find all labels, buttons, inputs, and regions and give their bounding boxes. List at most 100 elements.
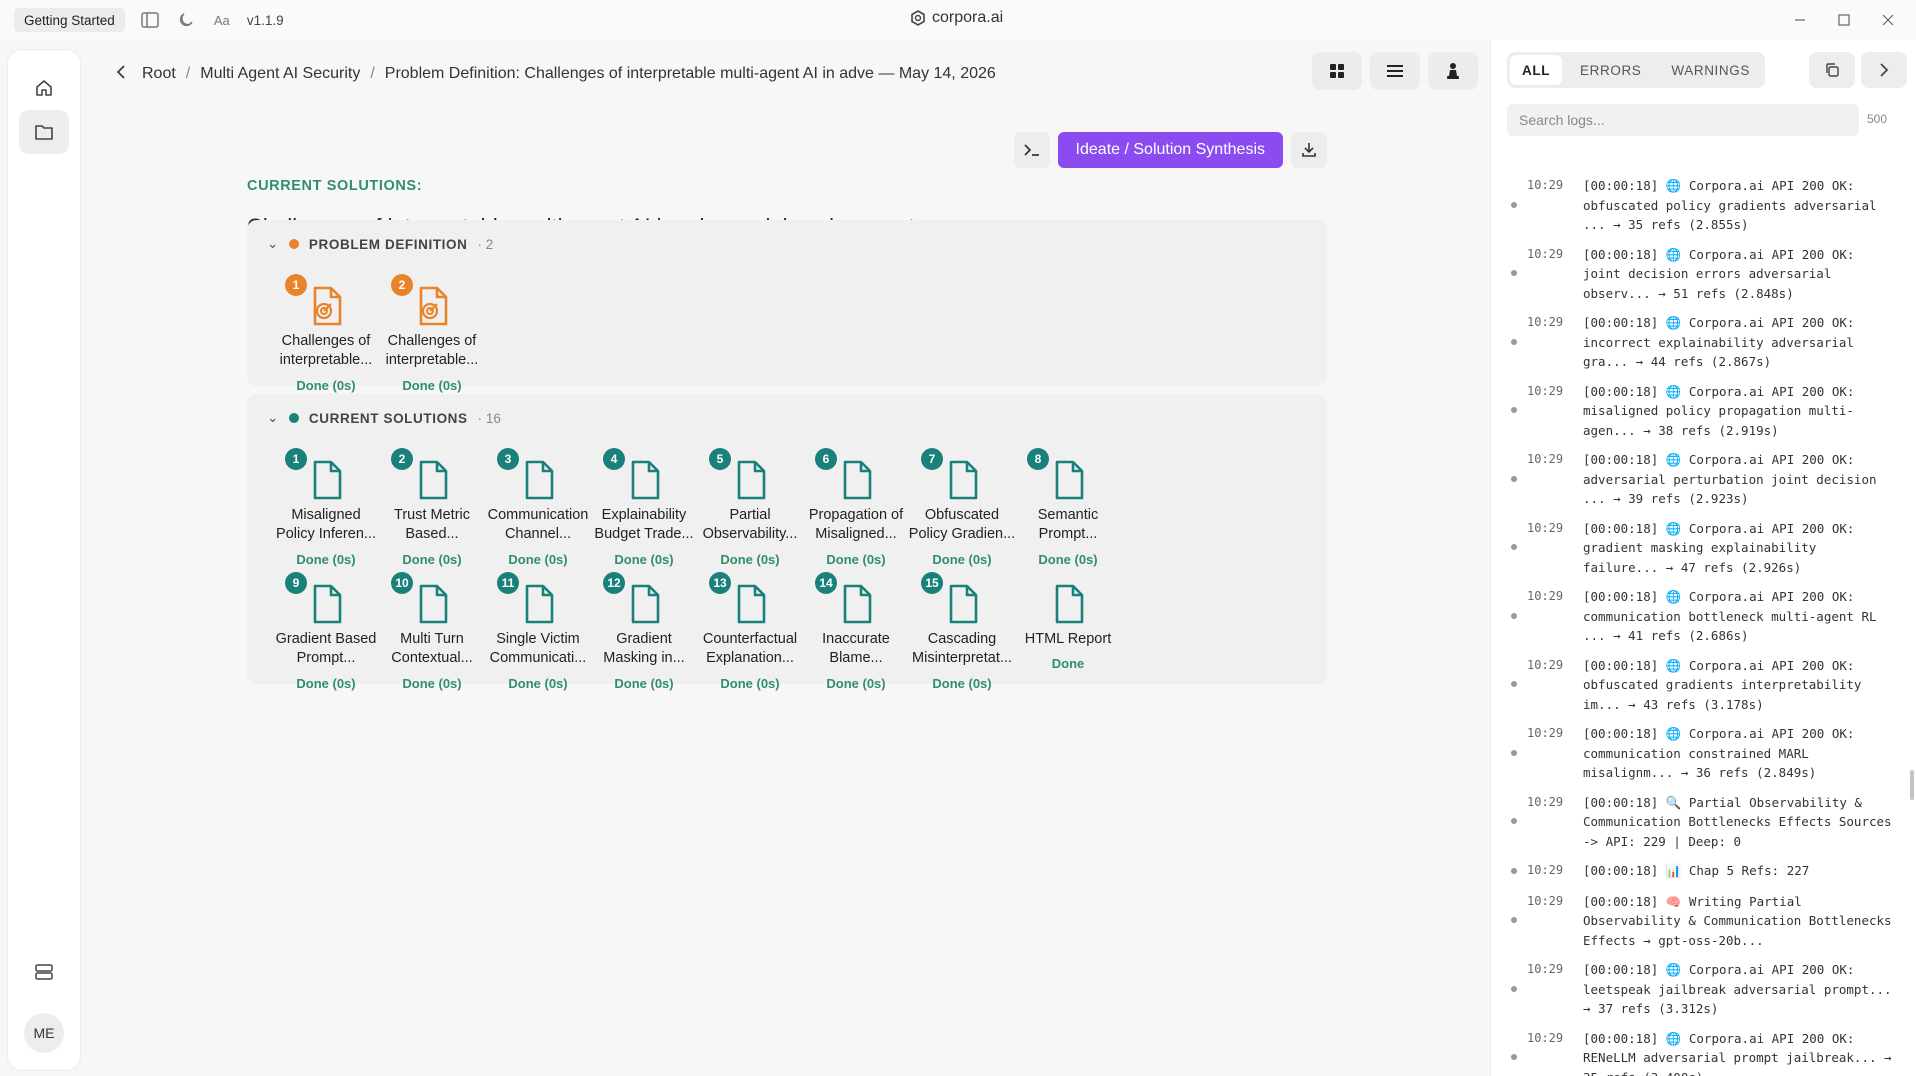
- document-icon: [1049, 582, 1089, 626]
- log-time: 10:29: [1527, 1030, 1564, 1045]
- close-icon[interactable]: [1876, 8, 1900, 32]
- tile-status: Done (0s): [402, 378, 462, 393]
- solution-tile[interactable]: 8 Semantic Prompt... Done (0s): [1003, 448, 1133, 578]
- log-entry: 10:29 [00:00:18] 🌐 Corpora.ai API 200 OK:…: [1491, 1029, 1901, 1076]
- log-time: 10:29: [1527, 962, 1564, 976]
- log-text: [00:00:18] 🌐 Corpora.ai API 200 OK: grad…: [1583, 520, 1862, 575]
- document-icon: [519, 582, 559, 626]
- download-button[interactable]: [1291, 132, 1327, 168]
- tile-label-line: interpretable...: [385, 352, 479, 368]
- app-brand: corpora.ai: [910, 9, 1003, 27]
- tile-label-line: Challenges of: [387, 333, 477, 349]
- panel-count: · 2: [477, 236, 494, 252]
- tile-number-badge: 10: [391, 572, 413, 594]
- log-time: 10:29: [1527, 452, 1564, 466]
- tile-label: Semantic Prompt...: [1003, 506, 1133, 544]
- storage-button[interactable]: [19, 950, 69, 994]
- current-solutions-header[interactable]: ⌄ CURRENT SOLUTIONS · 16: [267, 410, 501, 426]
- document-icon: [307, 582, 347, 626]
- font-size-icon[interactable]: Aa: [211, 9, 233, 31]
- projects-button[interactable]: [19, 110, 69, 154]
- solution-tile[interactable]: 2 Challenges of interpretable... Done (0s): [367, 274, 497, 404]
- tab-errors[interactable]: ERRORS: [1568, 55, 1653, 85]
- log-text: [00:00:18] 🌐 Corpora.ai API 200 OK: inco…: [1583, 315, 1862, 369]
- grid-view-button[interactable]: [1312, 52, 1362, 90]
- log-text: [00:00:18] 🌐 Corpora.ai API 200 OK: comm…: [1583, 589, 1885, 643]
- home-button[interactable]: [19, 66, 69, 110]
- current-solutions-panel: ⌄ CURRENT SOLUTIONS · 16 1 Misaligned Poli…: [247, 394, 1327, 691]
- collapse-panel-button[interactable]: [1861, 52, 1907, 88]
- minimize-icon[interactable]: [1788, 8, 1812, 32]
- ideate-button[interactable]: Ideate / Solution Synthesis: [1057, 132, 1283, 168]
- back-chevron-icon[interactable]: [116, 64, 126, 84]
- document-icon: [307, 458, 347, 502]
- tile-number-badge: 8: [1027, 448, 1049, 470]
- main-area: Root / Multi Agent AI Security / Problem…: [88, 40, 1488, 1076]
- sidebar-toggle-icon[interactable]: [139, 9, 161, 31]
- tile-number-badge: 5: [709, 448, 731, 470]
- log-time: 10:29: [1527, 726, 1564, 740]
- log-text: [00:00:18] 🌐 Corpora.ai API 200 OK: misa…: [1583, 383, 1862, 438]
- solution-tile[interactable]: HTML Report Done: [1003, 572, 1133, 702]
- search-logs-input[interactable]: [1507, 104, 1859, 136]
- log-text: [00:00:18] 🌐 Corpora.ai API 200 OK: obfu…: [1583, 178, 1885, 232]
- moon-icon[interactable]: [175, 9, 197, 31]
- tile-label-line: Semantic: [1037, 507, 1099, 523]
- problem-definition-panel: ⌄ PROBLEM DEFINITION · 2 1 Challenges of i…: [247, 220, 1327, 393]
- tile-label-line: HTML Report: [1024, 631, 1112, 647]
- chevron-down-icon: ⌄: [267, 236, 279, 251]
- log-bullet: [1511, 475, 1517, 482]
- log-text: [00:00:18] 🧠 Writing Partial Observabili…: [1583, 893, 1900, 948]
- maximize-icon[interactable]: [1832, 8, 1856, 32]
- log-entry: 10:29 [00:00:18] 📊 Chap 5 Refs: 227: [1491, 861, 1901, 881]
- log-entry: 10:29 [00:00:18] 🧠 Writing Partial Observ…: [1491, 892, 1901, 951]
- document-icon: [837, 582, 877, 626]
- log-time: 10:29: [1527, 246, 1564, 261]
- log-scrollbar[interactable]: [1910, 770, 1914, 800]
- log-time: 10:29: [1527, 589, 1564, 603]
- panel-label: CURRENT SOLUTIONS: [308, 410, 468, 426]
- log-tabs: ALL ERRORS WARNINGS: [1507, 52, 1765, 88]
- server-icon: [35, 964, 53, 980]
- log-text: [00:00:18] 🔍 Partial Observability & Com…: [1583, 794, 1900, 849]
- breadcrumb-root[interactable]: Root: [142, 65, 176, 83]
- list-view-button[interactable]: [1370, 52, 1420, 90]
- chess-view-button[interactable]: [1428, 52, 1478, 90]
- log-panel: ALL ERRORS WARNINGS 500 10:29 [00:00:18] …: [1490, 40, 1916, 1076]
- copy-logs-button[interactable]: [1809, 52, 1855, 88]
- action-row: Ideate / Solution Synthesis: [1013, 132, 1327, 168]
- problem-definition-header[interactable]: ⌄ PROBLEM DEFINITION · 2: [267, 236, 493, 252]
- log-text: [00:00:18] 🌐 Corpora.ai API 200 OK: obfu…: [1583, 657, 1869, 712]
- view-toggle: [1312, 52, 1478, 90]
- tab-all[interactable]: ALL: [1510, 55, 1563, 85]
- panel-count: · 16: [477, 410, 501, 426]
- getting-started-button[interactable]: Getting Started: [14, 8, 125, 32]
- log-entry: 10:29 [00:00:18] 🌐 Corpora.ai API 200 OK:…: [1491, 450, 1901, 509]
- log-time: 10:29: [1527, 893, 1564, 908]
- tile-number-badge: 4: [603, 448, 625, 470]
- breadcrumb-separator: /: [185, 65, 191, 82]
- log-bullet: [1511, 612, 1517, 619]
- log-entry: 10:29 [00:00:18] 🌐 Corpora.ai API 200 OK:…: [1491, 176, 1901, 235]
- log-list[interactable]: 10:29 [00:00:18] 🌐 Corpora.ai API 200 OK:…: [1491, 150, 1916, 1076]
- log-bullet: [1511, 338, 1517, 345]
- log-entry: 10:29 [00:00:18] 🔍 Partial Observability …: [1491, 793, 1901, 852]
- log-entry: 10:29 [00:00:18] 🌐 Corpora.ai API 200 OK:…: [1491, 519, 1901, 578]
- document-icon: [837, 458, 877, 502]
- log-bullet: [1511, 1054, 1517, 1060]
- tile-number-badge: 11: [497, 572, 519, 594]
- document-icon: [731, 582, 771, 626]
- avatar[interactable]: ME: [24, 1013, 64, 1053]
- log-time: 10:29: [1527, 794, 1564, 809]
- log-time: 10:29: [1527, 520, 1564, 535]
- breadcrumb: Root / Multi Agent AI Security / Problem…: [116, 58, 996, 90]
- terminal-button[interactable]: [1013, 132, 1050, 168]
- log-bullet: [1511, 407, 1517, 413]
- tile-label-line: Prompt...: [1038, 526, 1098, 542]
- document-icon: [1049, 458, 1089, 502]
- log-bullet: [1511, 985, 1517, 992]
- log-entry: 10:29 [00:00:18] 🌐 Corpora.ai API 200 OK:…: [1491, 313, 1901, 372]
- breadcrumb-project[interactable]: Multi Agent AI Security: [200, 65, 360, 83]
- tab-warnings[interactable]: WARNINGS: [1659, 55, 1762, 85]
- tile-number-badge: 12: [603, 572, 625, 594]
